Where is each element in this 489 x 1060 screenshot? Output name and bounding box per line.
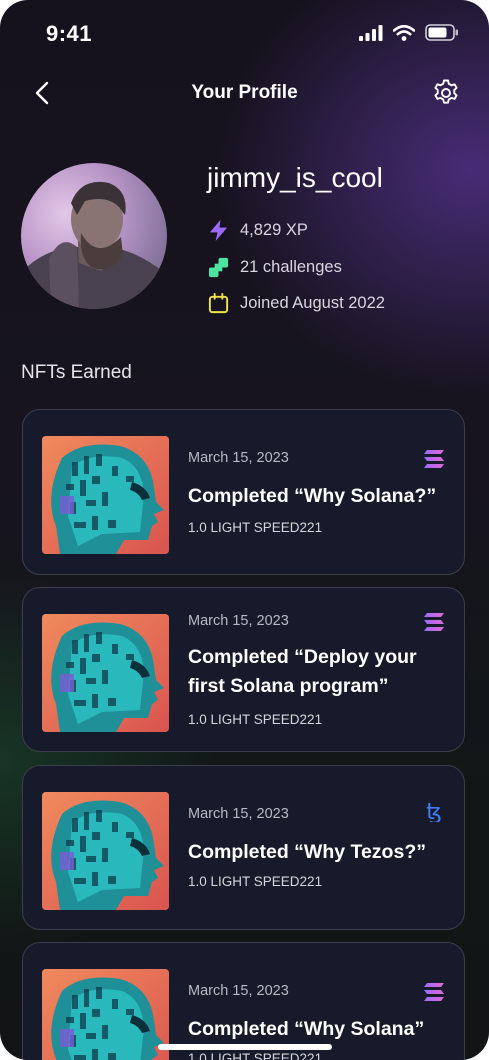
- nft-thumbnail: [42, 614, 169, 732]
- nft-artwork: [42, 969, 169, 1060]
- xp-value: 4,829 XP: [240, 221, 308, 239]
- nft-title: Completed “Why Solana”: [188, 1018, 425, 1040]
- solana-icon: [422, 448, 446, 470]
- nft-title: Completed “Why Tezos?”: [188, 841, 426, 863]
- nft-date: March 15, 2023: [188, 983, 289, 999]
- challenges-stat: 21 challenges: [207, 256, 342, 279]
- nft-title: Completed “Deploy your first Solana prog…: [188, 646, 417, 697]
- nft-subtitle: 1.0 LIGHT SPEED221: [188, 1051, 323, 1060]
- puzzle-icon: [208, 257, 229, 278]
- nft-thumbnail: [42, 436, 169, 554]
- nft-date: March 15, 2023: [188, 613, 289, 629]
- profile-screen: 9:41 Your Profile jimmy_is_cool 4,829 XP…: [0, 0, 489, 1060]
- settings-gear-icon[interactable]: [431, 78, 461, 108]
- nft-title: Completed “Why Solana?”: [188, 485, 437, 507]
- nft-date: March 15, 2023: [188, 806, 289, 822]
- nft-card[interactable]: March 15, 2023 Completed “Why Solana” 1.…: [22, 942, 465, 1060]
- nft-artwork: [42, 614, 169, 732]
- avatar-portrait: [21, 181, 167, 309]
- joined-value: Joined August 2022: [240, 294, 385, 312]
- xp-stat: 4,829 XP: [207, 219, 308, 242]
- nft-subtitle: 1.0 LIGHT SPEED221: [188, 712, 323, 727]
- nft-subtitle: 1.0 LIGHT SPEED221: [188, 874, 323, 889]
- status-icons: [359, 24, 459, 41]
- nft-date: March 15, 2023: [188, 450, 289, 466]
- username: jimmy_is_cool: [207, 162, 383, 193]
- status-time: 9:41: [46, 21, 93, 46]
- solana-icon: [422, 611, 446, 633]
- battery-icon: [425, 24, 458, 41]
- avatar: [21, 163, 167, 309]
- nft-artwork: [42, 792, 169, 910]
- nft-card[interactable]: March 15, 2023 Completed “Why Tezos?” 1.…: [22, 765, 465, 930]
- nft-card[interactable]: March 15, 2023 Completed “Why Solana?” 1…: [22, 409, 465, 575]
- calendar-icon: [208, 292, 229, 314]
- page-title: Your Profile: [191, 82, 298, 103]
- status-bar: 9:41: [0, 0, 489, 64]
- home-indicator[interactable]: [158, 1044, 332, 1050]
- wifi-icon: [393, 24, 415, 41]
- nft-card[interactable]: March 15, 2023 Completed “Deploy your fi…: [22, 587, 465, 752]
- joined-stat: Joined August 2022: [207, 292, 385, 315]
- nft-thumbnail: [42, 969, 169, 1060]
- lightning-icon: [209, 219, 228, 242]
- solana-icon: [422, 981, 446, 1003]
- challenges-value: 21 challenges: [240, 258, 342, 276]
- top-nav: Your Profile: [0, 70, 489, 118]
- signal-icon: [359, 24, 383, 41]
- nft-subtitle: 1.0 LIGHT SPEED221: [188, 520, 323, 535]
- tezos-icon: [422, 800, 446, 822]
- nft-artwork: [42, 436, 169, 554]
- nfts-heading: NFTs Earned: [21, 362, 132, 383]
- nft-thumbnail: [42, 792, 169, 910]
